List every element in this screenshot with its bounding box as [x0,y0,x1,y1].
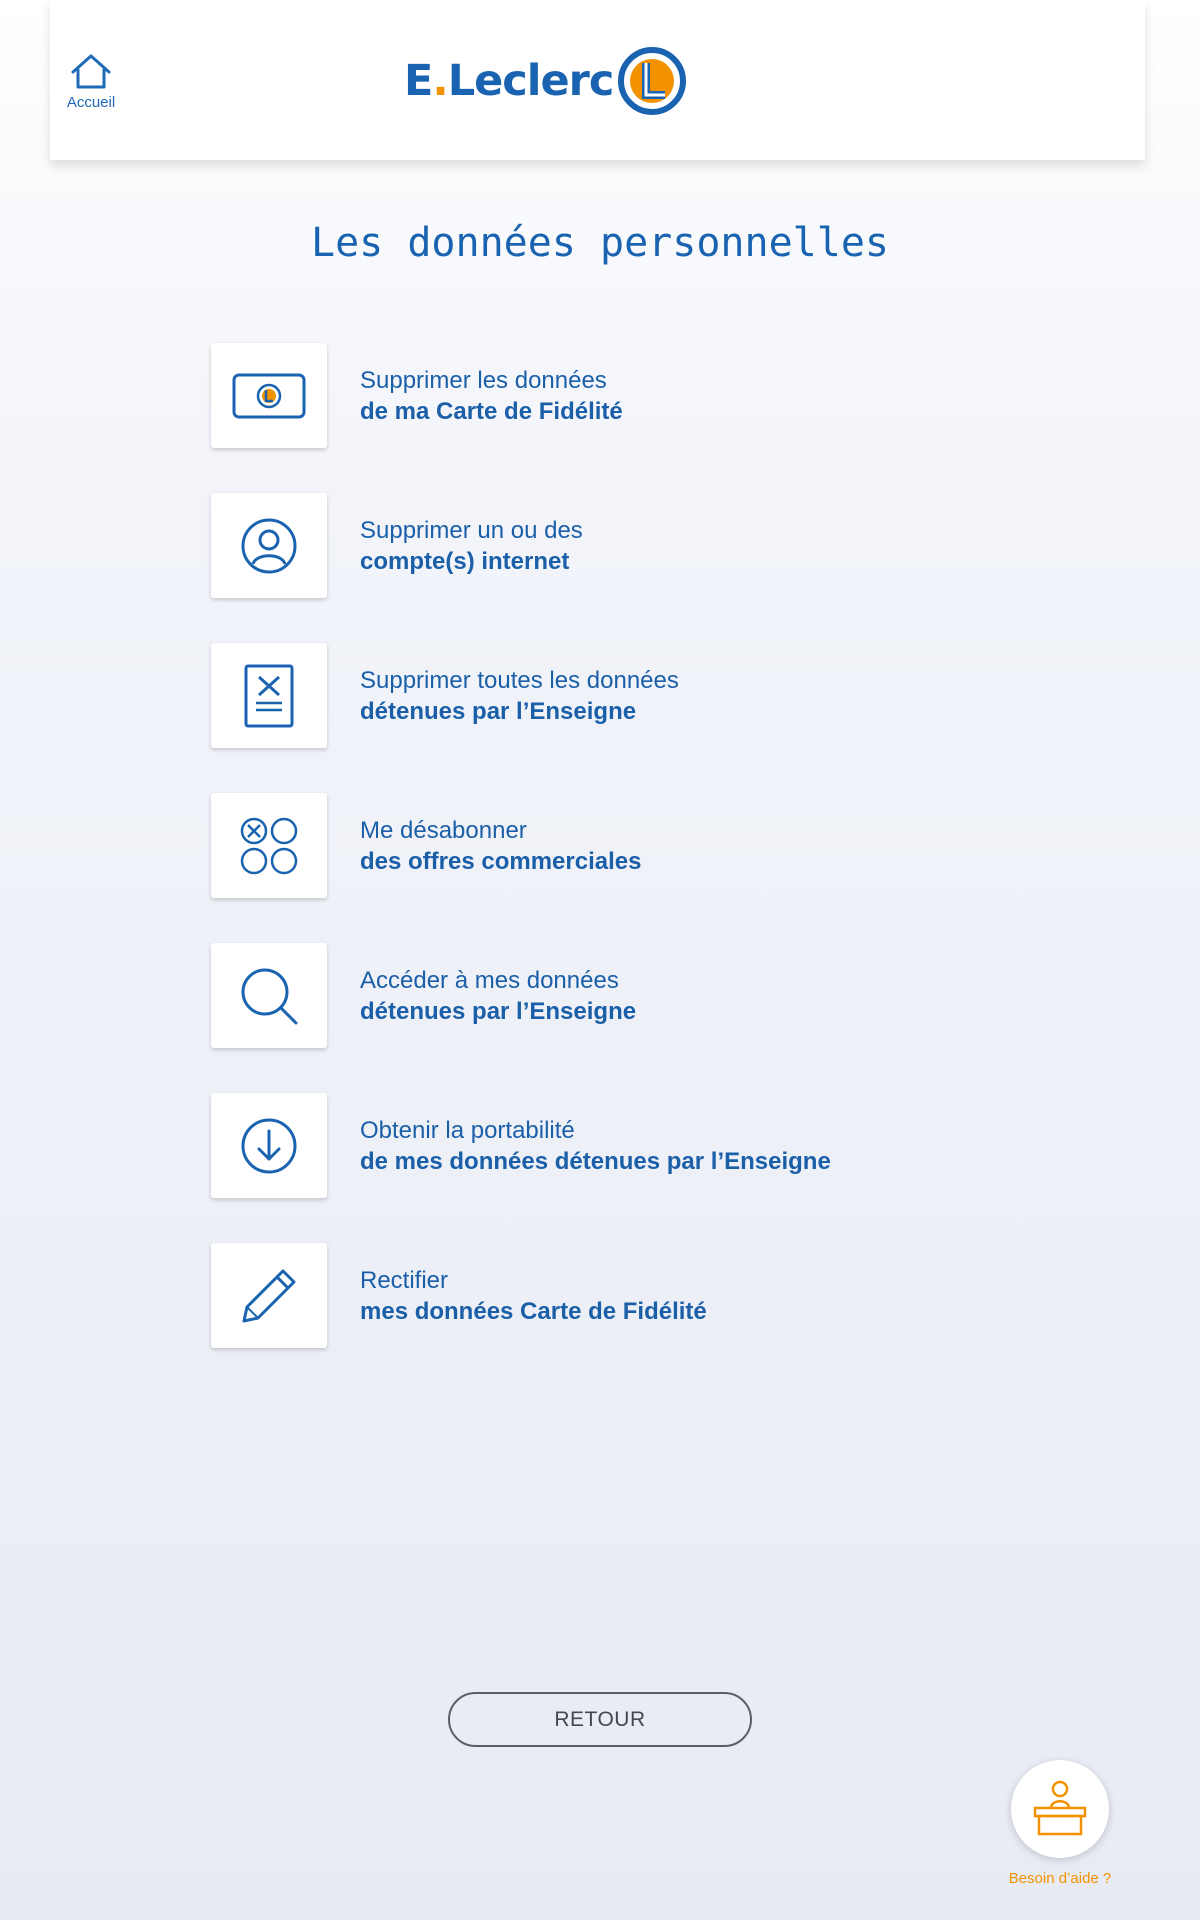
user-account-icon [241,518,297,573]
retour-button[interactable]: RETOUR [448,1692,752,1747]
menu-icon-tile [211,493,327,598]
menu-item-rectify-loyalty-data[interactable]: Rectifier mes données Carte de Fidélité [211,1242,1011,1349]
leclerc-l-icon [618,47,687,115]
menu-item-access-data[interactable]: Accéder à mes données détenues par l’Ens… [211,942,1011,1049]
menu-item-text: Me désabonner des offres commerciales [360,816,642,875]
menu-item-text: Rectifier mes données Carte de Fidélité [360,1266,707,1325]
menu-item-text: Supprimer les données de ma Carte de Fid… [360,366,623,425]
menu-item-text: Obtenir la portabilité de mes données dé… [360,1116,831,1175]
menu-icon-tile [211,1093,327,1198]
home-label: Accueil [66,94,116,111]
leclerc-logo: E.Leclerc [404,46,687,116]
menu-item-delete-internet-accounts[interactable]: Supprimer un ou des compte(s) internet [211,492,1011,599]
menu-item-delete-loyalty-card[interactable]: Supprimer les données de ma Carte de Fid… [211,342,1011,449]
menu-item-unsubscribe-offers[interactable]: Me désabonner des offres commerciales [211,792,1011,899]
unsubscribe-offers-icon [240,817,298,874]
download-icon [241,1118,297,1173]
logo-wordmark: E.Leclerc [404,56,614,106]
home-button[interactable]: Accueil [56,52,126,111]
search-icon [241,968,298,1024]
menu-icon-tile [211,793,327,898]
help-label: Besoin d’aide ? [1008,1870,1112,1887]
menu-icon-tile [211,343,327,448]
menu-item-text: Supprimer un ou des compte(s) internet [360,516,583,575]
help-button[interactable]: Besoin d’aide ? [1000,1760,1120,1887]
help-desk-icon [1033,1780,1087,1836]
page-title: Les données personnelles [311,220,889,266]
menu-icon-tile [211,1243,327,1348]
delete-document-icon [244,664,294,727]
pencil-icon [242,1269,296,1322]
help-circle [1011,1760,1109,1858]
loyalty-card-icon [232,373,306,418]
menu-item-data-portability[interactable]: Obtenir la portabilité de mes données dé… [211,1092,1011,1199]
personal-data-menu: Supprimer les données de ma Carte de Fid… [211,342,1011,1392]
menu-icon-tile [211,643,327,748]
menu-icon-tile [211,943,327,1048]
home-icon [71,54,111,89]
menu-item-delete-all-data[interactable]: Supprimer toutes les données détenues pa… [211,642,1011,749]
menu-item-text: Accéder à mes données détenues par l’Ens… [360,966,637,1025]
menu-item-text: Supprimer toutes les données détenues pa… [360,666,679,725]
